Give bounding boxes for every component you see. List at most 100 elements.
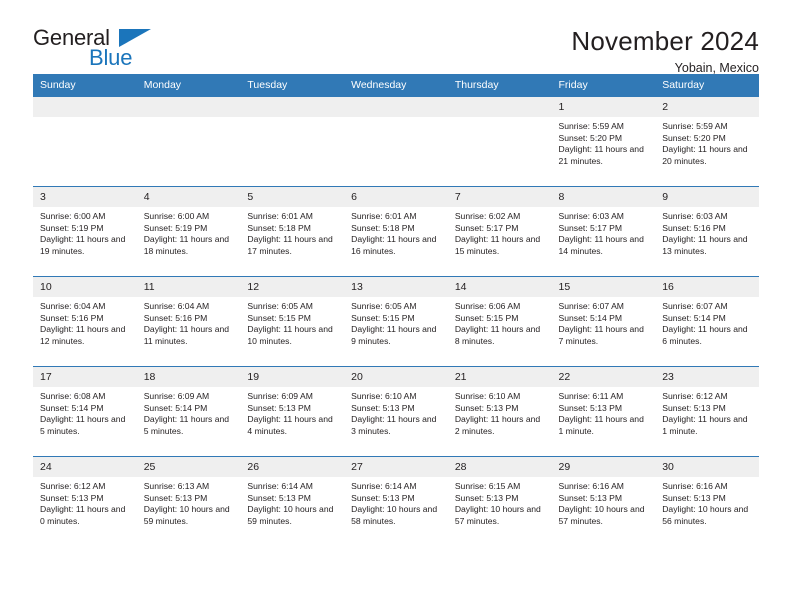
calendar-day-cell[interactable]: 1 Sunrise: 5:59 AM Sunset: 5:20 PM Daylight…	[551, 96, 656, 187]
day-number: 17	[33, 367, 137, 387]
daylight-text: Daylight: 11 hours and 12 minutes.	[40, 324, 126, 347]
sunrise-text: Sunrise: 6:16 AM	[558, 481, 624, 491]
day-sun-info: Sunrise: 6:01 AM Sunset: 5:18 PM Daylight:…	[344, 207, 448, 258]
daylight-text: Daylight: 11 hours and 7 minutes.	[558, 324, 644, 347]
general-blue-logo[interactable]: General Blue	[33, 26, 153, 72]
day-number	[136, 97, 241, 117]
day-number: 12	[240, 277, 345, 297]
calendar-day-cell[interactable]: 17 Sunrise: 6:08 AM Sunset: 5:14 PM Dayligh…	[33, 366, 137, 457]
day-sun-info: Sunrise: 6:13 AM Sunset: 5:13 PM Daylight:…	[137, 477, 241, 528]
daylight-text: Daylight: 11 hours and 4 minutes.	[247, 414, 333, 437]
calendar-week-row: 1 Sunrise: 5:59 AM Sunset: 5:20 PM Daylight…	[33, 96, 759, 187]
daylight-text: Daylight: 10 hours and 56 minutes.	[662, 504, 749, 527]
sunset-text: Sunset: 5:13 PM	[351, 402, 415, 413]
sunrise-text: Sunrise: 6:10 AM	[454, 391, 521, 401]
calendar-day-cell[interactable]: 18 Sunrise: 6:09 AM Sunset: 5:14 PM Dayligh…	[136, 366, 241, 457]
daylight-text: Daylight: 11 hours and 11 minutes.	[143, 324, 230, 347]
day-number: 2	[655, 97, 759, 117]
sunset-text: Sunset: 5:13 PM	[247, 402, 311, 413]
day-number: 1	[551, 97, 656, 117]
sunset-text: Sunset: 5:20 PM	[558, 132, 623, 143]
day-number: 28	[447, 457, 552, 477]
day-sun-info: Sunrise: 6:02 AM Sunset: 5:17 PM Daylight:…	[448, 207, 552, 258]
sunrise-text: Sunrise: 6:14 AM	[247, 481, 313, 491]
day-number	[240, 97, 345, 117]
calendar-day-cell[interactable]: 20 Sunrise: 6:10 AM Sunset: 5:13 PM Dayligh…	[344, 366, 448, 457]
calendar-day-cell[interactable]: 7 Sunrise: 6:02 AM Sunset: 5:17 PM Daylight…	[447, 186, 552, 277]
calendar-day-cell[interactable]: 11 Sunrise: 6:04 AM Sunset: 5:16 PM Dayligh…	[136, 276, 241, 367]
day-number: 22	[551, 367, 656, 387]
calendar-day-cell[interactable]: 14 Sunrise: 6:06 AM Sunset: 5:15 PM Dayligh…	[447, 276, 552, 367]
day-number: 15	[551, 277, 656, 297]
sunset-text: Sunset: 5:13 PM	[454, 492, 519, 503]
day-sun-info: Sunrise: 6:00 AM Sunset: 5:19 PM Daylight:…	[137, 207, 241, 258]
sunset-text: Sunset: 5:19 PM	[40, 222, 104, 233]
calendar-day-cell[interactable]: 10 Sunrise: 6:04 AM Sunset: 5:16 PM Dayligh…	[33, 276, 137, 367]
calendar-day-cell[interactable]: 9 Sunrise: 6:03 AM Sunset: 5:16 PM Daylight…	[655, 186, 759, 277]
calendar-day-cell[interactable]: 3 Sunrise: 6:00 AM Sunset: 5:19 PM Daylight…	[33, 186, 137, 277]
weekday-header-wednesday: Wednesday	[344, 74, 448, 97]
sunset-text: Sunset: 5:13 PM	[454, 402, 519, 413]
calendar-day-cell[interactable]: 13 Sunrise: 6:05 AM Sunset: 5:15 PM Dayligh…	[344, 276, 448, 367]
calendar-day-cell[interactable]: 21 Sunrise: 6:10 AM Sunset: 5:13 PM Dayligh…	[447, 366, 552, 457]
day-number: 7	[447, 187, 552, 207]
calendar-day-cell[interactable]: 19 Sunrise: 6:09 AM Sunset: 5:13 PM Dayligh…	[240, 366, 345, 457]
calendar-day-cell[interactable]: 15 Sunrise: 6:07 AM Sunset: 5:14 PM Dayligh…	[551, 276, 656, 367]
calendar-day-cell[interactable]: 23 Sunrise: 6:12 AM Sunset: 5:13 PM Dayligh…	[655, 366, 759, 457]
calendar-day-cell[interactable]: 12 Sunrise: 6:05 AM Sunset: 5:15 PM Dayligh…	[240, 276, 345, 367]
day-number: 11	[136, 277, 241, 297]
daylight-text: Daylight: 11 hours and 17 minutes.	[247, 234, 333, 257]
weekday-header-sunday: Sunday	[33, 74, 137, 97]
calendar-day-cell[interactable]: 29 Sunrise: 6:16 AM Sunset: 5:13 PM Dayligh…	[551, 456, 656, 547]
calendar-day-cell[interactable]: 25 Sunrise: 6:13 AM Sunset: 5:13 PM Dayligh…	[136, 456, 241, 547]
day-sun-info: Sunrise: 6:16 AM Sunset: 5:13 PM Daylight:…	[552, 477, 656, 528]
sunset-text: Sunset: 5:14 PM	[662, 312, 726, 323]
calendar-day-cell[interactable]: 2 Sunrise: 5:59 AM Sunset: 5:20 PM Daylight…	[655, 96, 759, 187]
daylight-text: Daylight: 11 hours and 10 minutes.	[247, 324, 333, 347]
day-number: 25	[136, 457, 241, 477]
calendar-day-cell[interactable]: 16 Sunrise: 6:07 AM Sunset: 5:14 PM Dayligh…	[655, 276, 759, 367]
day-number: 6	[344, 187, 448, 207]
calendar-day-cell[interactable]: 5 Sunrise: 6:01 AM Sunset: 5:18 PM Daylight…	[240, 186, 345, 277]
day-number: 3	[33, 187, 137, 207]
calendar-day-cell[interactable]: 22 Sunrise: 6:11 AM Sunset: 5:13 PM Dayligh…	[551, 366, 656, 457]
daylight-text: Daylight: 11 hours and 14 minutes.	[558, 234, 644, 257]
daylight-text: Daylight: 11 hours and 13 minutes.	[662, 234, 748, 257]
daylight-text: Daylight: 11 hours and 20 minutes.	[662, 144, 748, 167]
calendar-day-cell[interactable]: 28 Sunrise: 6:15 AM Sunset: 5:13 PM Dayligh…	[447, 456, 552, 547]
daylight-text: Daylight: 11 hours and 5 minutes.	[143, 414, 230, 437]
calendar-day-cell[interactable]: 6 Sunrise: 6:01 AM Sunset: 5:18 PM Daylight…	[344, 186, 448, 277]
calendar-day-cell[interactable]: 30 Sunrise: 6:16 AM Sunset: 5:13 PM Dayligh…	[655, 456, 759, 547]
calendar-day-cell[interactable]: 27 Sunrise: 6:14 AM Sunset: 5:13 PM Dayligh…	[344, 456, 448, 547]
sunset-text: Sunset: 5:13 PM	[40, 492, 104, 503]
calendar-day-cell[interactable]: 24 Sunrise: 6:12 AM Sunset: 5:13 PM Dayligh…	[33, 456, 137, 547]
calendar-day-cell[interactable]: 26 Sunrise: 6:14 AM Sunset: 5:13 PM Dayligh…	[240, 456, 345, 547]
sunrise-text: Sunrise: 6:08 AM	[40, 391, 106, 401]
day-sun-info: Sunrise: 6:08 AM Sunset: 5:14 PM Daylight:…	[33, 387, 137, 438]
sunset-text: Sunset: 5:16 PM	[662, 222, 726, 233]
sunrise-text: Sunrise: 6:03 AM	[558, 211, 624, 221]
sunrise-text: Sunrise: 6:14 AM	[351, 481, 417, 491]
day-number	[33, 97, 137, 117]
daylight-text: Daylight: 11 hours and 2 minutes.	[454, 414, 541, 437]
day-number: 13	[344, 277, 448, 297]
sunrise-text: Sunrise: 6:00 AM	[40, 211, 106, 221]
day-sun-info: Sunrise: 6:12 AM Sunset: 5:13 PM Daylight:…	[655, 387, 759, 438]
day-number: 29	[551, 457, 656, 477]
sunset-text: Sunset: 5:14 PM	[143, 402, 208, 413]
day-sun-info: Sunrise: 6:01 AM Sunset: 5:18 PM Daylight:…	[240, 207, 344, 258]
sunset-text: Sunset: 5:13 PM	[558, 492, 623, 503]
day-number: 26	[240, 457, 345, 477]
sunset-text: Sunset: 5:17 PM	[558, 222, 623, 233]
day-number: 16	[655, 277, 759, 297]
calendar-day-cell[interactable]: 4 Sunrise: 6:00 AM Sunset: 5:19 PM Daylight…	[136, 186, 241, 277]
day-sun-info: Sunrise: 6:10 AM Sunset: 5:13 PM Daylight:…	[344, 387, 448, 438]
sunset-text: Sunset: 5:13 PM	[662, 402, 726, 413]
sunrise-text: Sunrise: 6:16 AM	[662, 481, 728, 491]
sunrise-text: Sunrise: 6:12 AM	[40, 481, 106, 491]
weekday-header-tuesday: Tuesday	[240, 74, 345, 97]
sunset-text: Sunset: 5:13 PM	[247, 492, 311, 503]
calendar-day-cell[interactable]: 8 Sunrise: 6:03 AM Sunset: 5:17 PM Daylight…	[551, 186, 656, 277]
weekday-header-monday: Monday	[136, 74, 241, 97]
calendar-week-row: 10 Sunrise: 6:04 AM Sunset: 5:16 PM Dayligh…	[33, 276, 759, 367]
